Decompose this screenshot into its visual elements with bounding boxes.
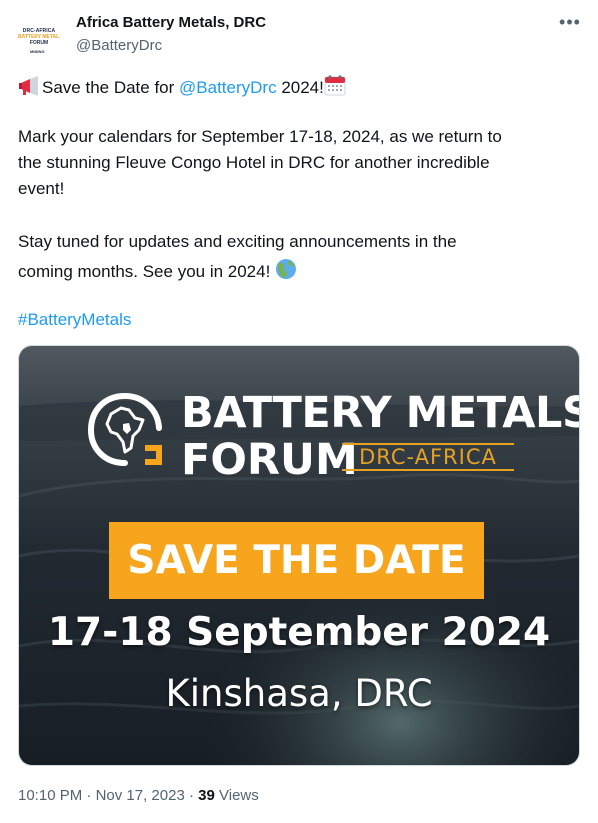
tweet-text: 2024! [276,78,324,97]
tweet-text: Stay tuned for updates and exciting anno… [18,232,457,251]
tweet-text: Mark your calendars for September 17-18,… [18,127,502,146]
globe-icon [275,258,297,285]
tweet-time[interactable]: 10:10 PM [18,787,82,804]
author-display-name[interactable]: Africa Battery Metals, DRC [76,14,266,31]
views-count: 39 [198,787,215,804]
save-the-date-banner: SAVE THE DATE [109,522,484,599]
event-date: 17-18 September 2024 [47,610,551,655]
views-label: Views [219,787,259,804]
mention-link[interactable]: @BatteryDrc [179,78,277,97]
avatar-logo-line: FORUM [29,40,49,46]
brand-subtitle: DRC-AFRICA [342,443,514,471]
tweet-text: Save the Date for [42,78,180,97]
tweet-meta: 10:10 PM · Nov 17, 2023 · 39 Views [18,787,259,804]
avatar[interactable]: DRC-AFRICA BATTERY METALS FORUM MINING [18,16,60,58]
separator-dot: · [86,787,92,804]
tweet-date[interactable]: Nov 17, 2023 [96,787,185,804]
save-the-date-text: SAVE THE DATE [127,538,466,583]
avatar-logo-line: MINING [30,49,45,54]
tweet-text: event! [18,179,65,198]
event-location: Kinshasa, DRC [165,672,433,715]
africa-map-logo-icon [87,393,162,466]
more-options-icon[interactable]: ••• [556,12,584,36]
tweet-line-1: Save the Date for @BatteryDrc 2024! [18,74,346,101]
tweet-text: coming months. See you in 2024! [18,262,271,281]
hashtag-link[interactable]: #BatteryMetals [18,310,131,330]
tweet: DRC-AFRICA BATTERY METALS FORUM MINING A… [0,0,598,823]
separator-dot: · [188,787,194,804]
brand-title-line-1: BATTERY METALS [181,388,580,438]
media-image[interactable]: BATTERY METALS FORUM DRC-AFRICA SAVE THE… [18,345,580,766]
brand-title-line-2: FORUM [181,435,358,485]
calendar-icon [324,74,346,101]
tweet-text-line: coming months. See you in 2024! [18,258,297,285]
megaphone-icon [18,76,42,101]
tweet-text: the stunning Fleuve Congo Hotel in DRC f… [18,153,490,172]
author-handle[interactable]: @BatteryDrc [76,37,162,54]
